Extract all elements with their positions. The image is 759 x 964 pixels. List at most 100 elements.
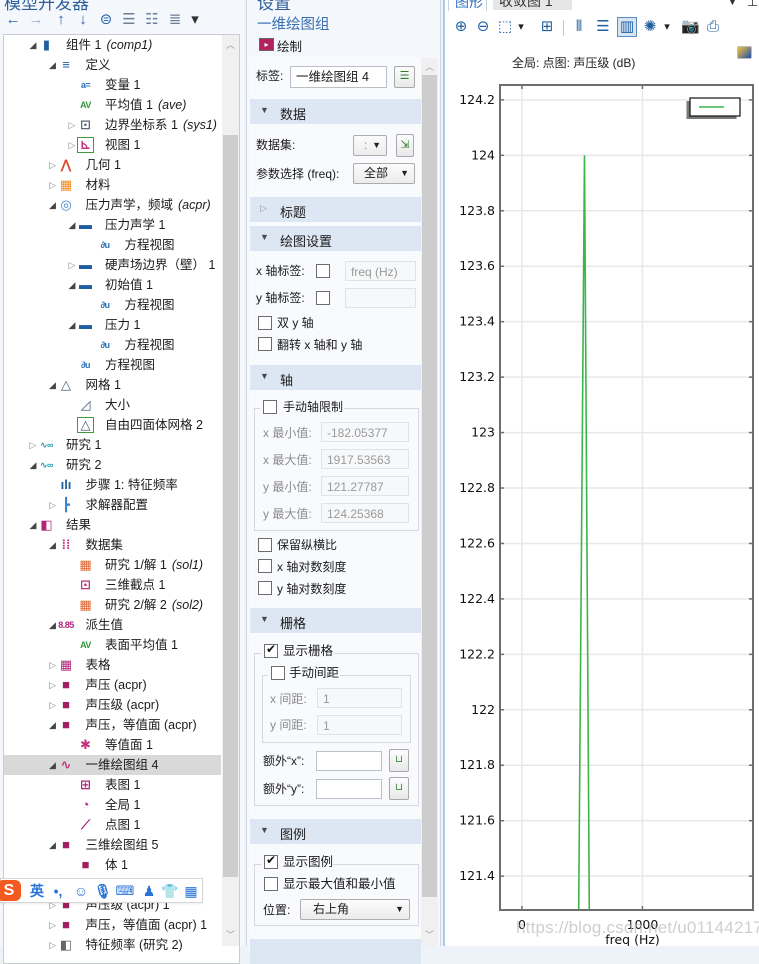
tree-item[interactable]: ◔ 全局 1 (4, 795, 221, 815)
skin-icon[interactable]: 👕 (161, 882, 179, 900)
tree-item[interactable]: ◢ ≡ 定义 (4, 55, 221, 75)
tree-item[interactable]: ◢ ∿∞ 研究 2 (4, 455, 221, 475)
show-legend-checkbox[interactable] (264, 853, 278, 869)
tree-item[interactable]: ∂u 方程视图 (4, 335, 221, 355)
x-spacing-input[interactable]: 1 (317, 688, 402, 708)
preserve-aspect-checkbox[interactable] (258, 538, 272, 552)
tree-item[interactable]: ◢ ■ 三维绘图组 5 (4, 835, 221, 855)
tree-item[interactable]: ⊡ 三维截点 1 (4, 575, 221, 595)
tree-item[interactable]: ⟋ 点图 1 (4, 815, 221, 835)
punctuation-icon[interactable]: •, (51, 882, 65, 900)
settings-scroll-up-icon[interactable]: ︿ (421, 60, 438, 73)
x-axis-label-checkbox[interactable] (316, 264, 330, 278)
manual-spacing-checkbox[interactable] (271, 666, 285, 680)
tree-item[interactable]: ▷ ┣ 求解器配置 (4, 495, 221, 515)
label-input[interactable]: 一维绘图组 4 (290, 66, 387, 88)
tree-item[interactable]: ◢ ▬ 压力声学 1 (4, 215, 221, 235)
collapse-all-icon[interactable]: ☷ (143, 11, 161, 29)
tree-item[interactable]: ◢ ▮ 组件 1 (comp1) (4, 35, 221, 55)
tree-item[interactable]: ▷ ∿∞ 研究 1 (4, 435, 221, 455)
y-axis-label-checkbox[interactable] (316, 291, 330, 305)
y-max-input[interactable]: 124.25368 (321, 503, 409, 523)
voice-icon[interactable]: 🎙 (94, 882, 112, 900)
x-max-input[interactable]: 1917.53563 (321, 449, 409, 469)
dropdown-arrow-icon[interactable]: ▾ (186, 11, 204, 29)
scroll-down-arrow-icon[interactable]: ﹀ (222, 928, 239, 941)
tree-item[interactable]: △ 自由四面体网格 2 (4, 415, 221, 435)
tree-item[interactable]: ◢ 8.85 派生值 (4, 615, 221, 635)
section-plot-settings-header[interactable]: ▼ 绘图设置 (250, 226, 421, 251)
parameter-selection-select[interactable]: 全部 ▼ (353, 163, 415, 184)
model-tree-scroll-thumb[interactable] (223, 135, 238, 877)
tree-item[interactable]: ▷ ■ 声压 (acpr) (4, 675, 221, 695)
show-icon[interactable]: ⊜ (97, 11, 115, 29)
scroll-up-arrow-icon[interactable]: ︿ (222, 38, 239, 51)
legend-position-select[interactable]: 右上角 ▼ (300, 899, 410, 920)
extra-x-input[interactable] (316, 751, 382, 771)
section-title-header[interactable]: ▷ 标题 (250, 197, 421, 222)
toolbox-icon[interactable]: ▦ (182, 882, 200, 900)
chart[interactable]: 121.4 121.6 121.8 122 122.2 122.4 122.6 122.8 12… (443, 0, 759, 946)
tree-item[interactable]: ◢ ▬ 压力 1 (4, 315, 221, 335)
mode-english-icon[interactable]: 英 (27, 882, 47, 900)
tree-item[interactable]: ▦ 研究 1/解 1 (sol1) (4, 555, 221, 575)
tree-item[interactable]: ◢ ▬ 初始值 1 (4, 275, 221, 295)
tree-item[interactable]: ▷ ▦ 材料 (4, 175, 221, 195)
flip-axes-checkbox[interactable] (258, 337, 272, 351)
tree-item[interactable]: ▷ ▬ 硬声场边界（壁） 1 (4, 255, 221, 275)
tree-item[interactable]: ▷ ■ 声压级 (acpr) (4, 695, 221, 715)
move-down-icon[interactable]: ↓ (74, 11, 92, 29)
two-y-axes-checkbox[interactable] (258, 316, 272, 330)
section-grid-header[interactable]: ▼ 栅格 (250, 608, 421, 633)
extra-x-range-button[interactable]: ⊔ (389, 749, 409, 772)
dataset-select[interactable]: : ▼ (353, 135, 387, 156)
tree-item[interactable]: ◿ 大小 (4, 395, 221, 415)
tree-item[interactable]: ∂u 方程视图 (4, 295, 221, 315)
tree-item[interactable]: ◢ ◧ 结果 (4, 515, 221, 535)
tree-item[interactable]: AV 平均值 1 (ave) (4, 95, 221, 115)
manual-axis-limits-checkbox[interactable] (263, 400, 277, 414)
tree-item[interactable]: ◢ △ 网格 1 (4, 375, 221, 395)
tree-item[interactable]: ▷ ■ 声压，等值面 (acpr) 1 (4, 915, 221, 935)
tree-item[interactable]: ◢ ∿ 一维绘图组 4 (4, 755, 221, 775)
y-spacing-input[interactable]: 1 (317, 715, 402, 735)
node-label-button[interactable]: ☰ (394, 66, 415, 88)
x-axis-label-input[interactable]: freq (Hz) (345, 261, 416, 281)
y-min-input[interactable]: 121.27787 (321, 476, 409, 496)
tree-item[interactable]: ▦ 研究 2/解 2 (sol2) (4, 595, 221, 615)
tree-item[interactable]: ∂u 方程视图 (4, 235, 221, 255)
move-up-icon[interactable]: ↑ (52, 11, 70, 29)
tree-item[interactable]: ▷ ⊾ 视图 1 (4, 135, 221, 155)
expand-all-icon[interactable]: ☰ (120, 11, 138, 29)
y-log-scale-checkbox[interactable] (258, 581, 272, 595)
tree-item[interactable]: ◢ ■ 声压，等值面 (acpr) (4, 715, 221, 735)
tree-item[interactable]: ▷ ▦ 表格 (4, 655, 221, 675)
settings-scroll-thumb[interactable] (422, 75, 437, 897)
tree-item[interactable]: ■ 体 1 (4, 855, 221, 875)
tree-item[interactable]: ◢ ◎ 压力声学，频域 (acpr) (4, 195, 221, 215)
tree-item[interactable]: ▷ ⋀ 几何 1 (4, 155, 221, 175)
tree-item[interactable]: ▷ ◧ 特征频率 (研究 2) (4, 935, 221, 955)
x-min-input[interactable]: -182.05377 (321, 422, 409, 442)
list-options-icon[interactable]: ≣ (166, 11, 184, 29)
tree-item[interactable]: ⊞ 表图 1 (4, 775, 221, 795)
show-grid-checkbox[interactable] (264, 642, 278, 658)
keyboard-icon[interactable]: ⌨ (115, 882, 135, 900)
tree-item[interactable]: ▷ ⊡ 边界坐标系 1 (sys1) (4, 115, 221, 135)
section-data-header[interactable]: ▼ 数据 (250, 99, 421, 124)
show-max-min-checkbox[interactable] (264, 877, 278, 891)
back-icon[interactable]: ← (4, 11, 22, 29)
tree-item[interactable]: a= 变量 1 (4, 75, 221, 95)
section-next-header[interactable] (250, 939, 421, 964)
ime-toolbar[interactable]: S 英 •, ☺ 🎙 ⌨ ♟ 👕 ▦ (0, 878, 203, 903)
tree-item[interactable]: AV 表面平均值 1 (4, 635, 221, 655)
emoji-icon[interactable]: ☺ (72, 882, 90, 900)
y-axis-label-input[interactable] (345, 288, 416, 308)
x-log-scale-checkbox[interactable] (258, 559, 272, 573)
plot-area[interactable] (500, 85, 753, 910)
section-axis-header[interactable]: ▼ 轴 (250, 365, 421, 390)
section-legend-header[interactable]: ▼ 图例 (250, 819, 421, 844)
tree-item[interactable]: ◢ ⁞⁞ 数据集 (4, 535, 221, 555)
extra-y-input[interactable] (316, 779, 382, 799)
tree-item[interactable]: ∂u 方程视图 (4, 355, 221, 375)
